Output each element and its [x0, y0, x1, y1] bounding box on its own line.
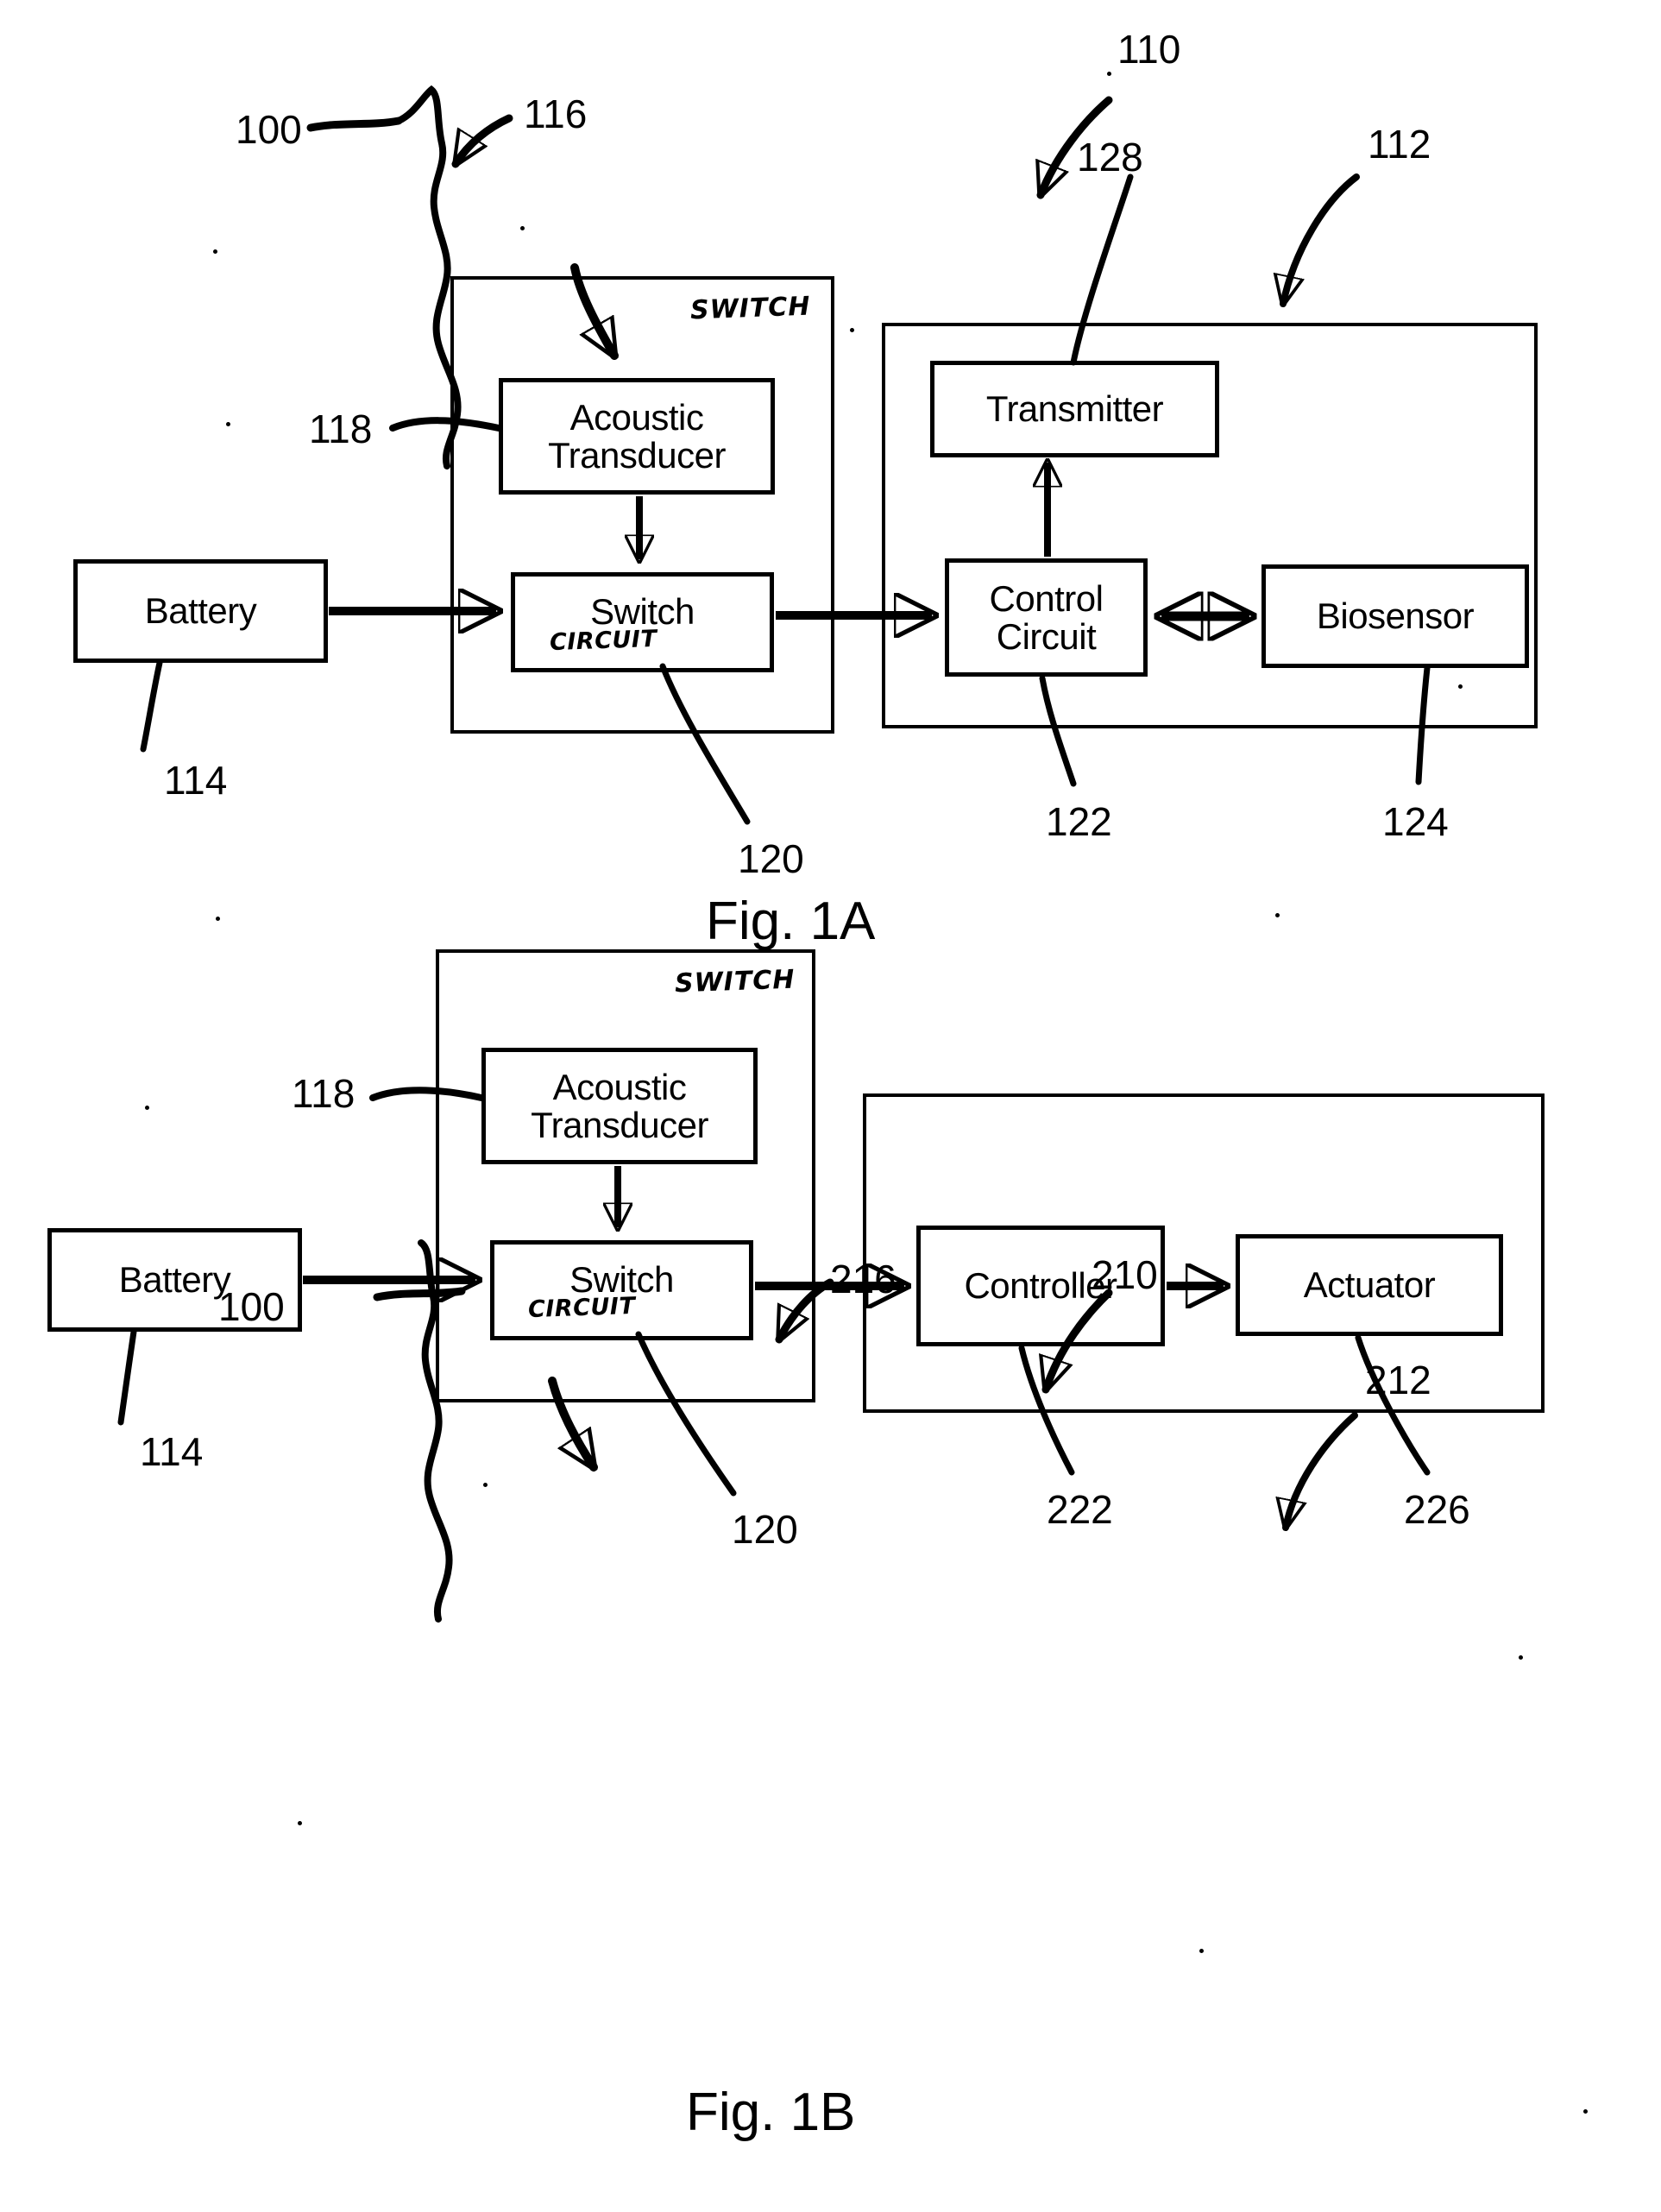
paper-speck: [483, 1483, 488, 1487]
drawing-sheet: Acoustic Transducer Switch Battery Trans…: [0, 0, 1661, 2212]
paper-speck: [216, 917, 220, 921]
fig1a-control-circuit-box[interactable]: Control Circuit: [945, 558, 1148, 677]
paper-speck: [213, 249, 217, 254]
paper-speck: [226, 422, 230, 426]
fig1a-ref-110: 110: [1117, 27, 1181, 72]
fig1a-control-circuit-label: Control Circuit: [989, 577, 1104, 657]
fig1b-ref-100-visible: 100: [218, 1284, 285, 1329]
fig1b-ref-226: 226: [1404, 1487, 1470, 1532]
fig1a-transmitter-box[interactable]: Transmitter: [930, 361, 1219, 457]
fig1b-leader-114: [117, 1328, 137, 1426]
paper-speck: [1275, 913, 1280, 917]
fig1a-ref-116: 116: [524, 91, 588, 136]
fig1a-ref-112: 112: [1368, 122, 1431, 167]
fig1a-switch-module-handwritten-label: SWITCH: [689, 291, 812, 326]
fig1b-ref-120: 120: [732, 1507, 798, 1552]
fig1a-ref-114: 114: [164, 758, 228, 803]
paper-speck: [850, 328, 854, 332]
fig1b-acoustic-transducer-box[interactable]: Acoustic Transducer: [481, 1048, 758, 1164]
fig1b-ref-212: 212: [1365, 1358, 1431, 1402]
paper-speck: [1458, 684, 1463, 689]
paper-speck: [1199, 1949, 1204, 1953]
fig1b-actuator-label: Actuator: [1303, 1264, 1436, 1305]
fig1b-switch-module-handwritten-label: SWITCH: [674, 964, 796, 999]
fig1b-battery-label: Battery: [118, 1258, 231, 1300]
fig1b-ref-118: 118: [292, 1071, 355, 1116]
fig1b-switch-box[interactable]: Switch: [490, 1240, 753, 1340]
fig1a-battery-box[interactable]: Battery: [73, 559, 328, 663]
paper-speck: [298, 1821, 302, 1825]
fig1b-ref-210: 210: [1092, 1252, 1158, 1297]
fig1a-caption: Fig. 1A: [706, 892, 876, 951]
fig1a-ref-118: 118: [309, 406, 373, 451]
paper-speck: [1519, 1655, 1523, 1660]
fig1a-ref-122: 122: [1046, 799, 1112, 844]
fig1a-switch-label: Switch: [590, 590, 695, 632]
paper-speck: [520, 226, 525, 230]
fig1a-battery-label: Battery: [144, 589, 257, 631]
fig1b-actuator-box[interactable]: Actuator: [1236, 1234, 1503, 1336]
fig1b-acoustic-transducer-label: Acoustic Transducer: [531, 1066, 708, 1145]
fig1b-switch-circuit-handwritten-label: CIRCUIT: [527, 1292, 636, 1324]
fig1a-leader-112: [1283, 173, 1360, 304]
fig1a-ref-128: 128: [1077, 135, 1143, 180]
paper-speck: [145, 1106, 149, 1110]
fig1a-biosensor-label: Biosensor: [1316, 595, 1475, 636]
fig1a-ref-120: 120: [738, 836, 804, 881]
fig1a-leader-116: [456, 114, 513, 164]
fig1a-acoustic-transducer-label: Acoustic Transducer: [548, 396, 726, 476]
fig1a-ref-100: 100: [236, 107, 302, 152]
paper-speck: [1583, 2109, 1588, 2114]
fig1a-transmitter-label: Transmitter: [985, 388, 1164, 429]
paper-speck: [1107, 72, 1111, 76]
fig1a-biosensor-box[interactable]: Biosensor: [1261, 564, 1529, 668]
fig1a-ref-124: 124: [1382, 799, 1449, 844]
fig1a-switch-circuit-handwritten-label: CIRCUIT: [549, 625, 657, 657]
fig1a-switch-box[interactable]: Switch: [511, 572, 774, 672]
fig1a-acoustic-transducer-box[interactable]: Acoustic Transducer: [499, 378, 775, 495]
fig1b-ref-222: 222: [1047, 1487, 1113, 1532]
fig1b-caption: Fig. 1B: [686, 2083, 856, 2142]
fig1b-ref-216-visible: 216: [830, 1257, 897, 1301]
fig1b-leader-212: [1286, 1412, 1358, 1528]
fig1b-ref-114: 114: [140, 1429, 204, 1474]
fig1a-leader-114: [140, 659, 163, 753]
